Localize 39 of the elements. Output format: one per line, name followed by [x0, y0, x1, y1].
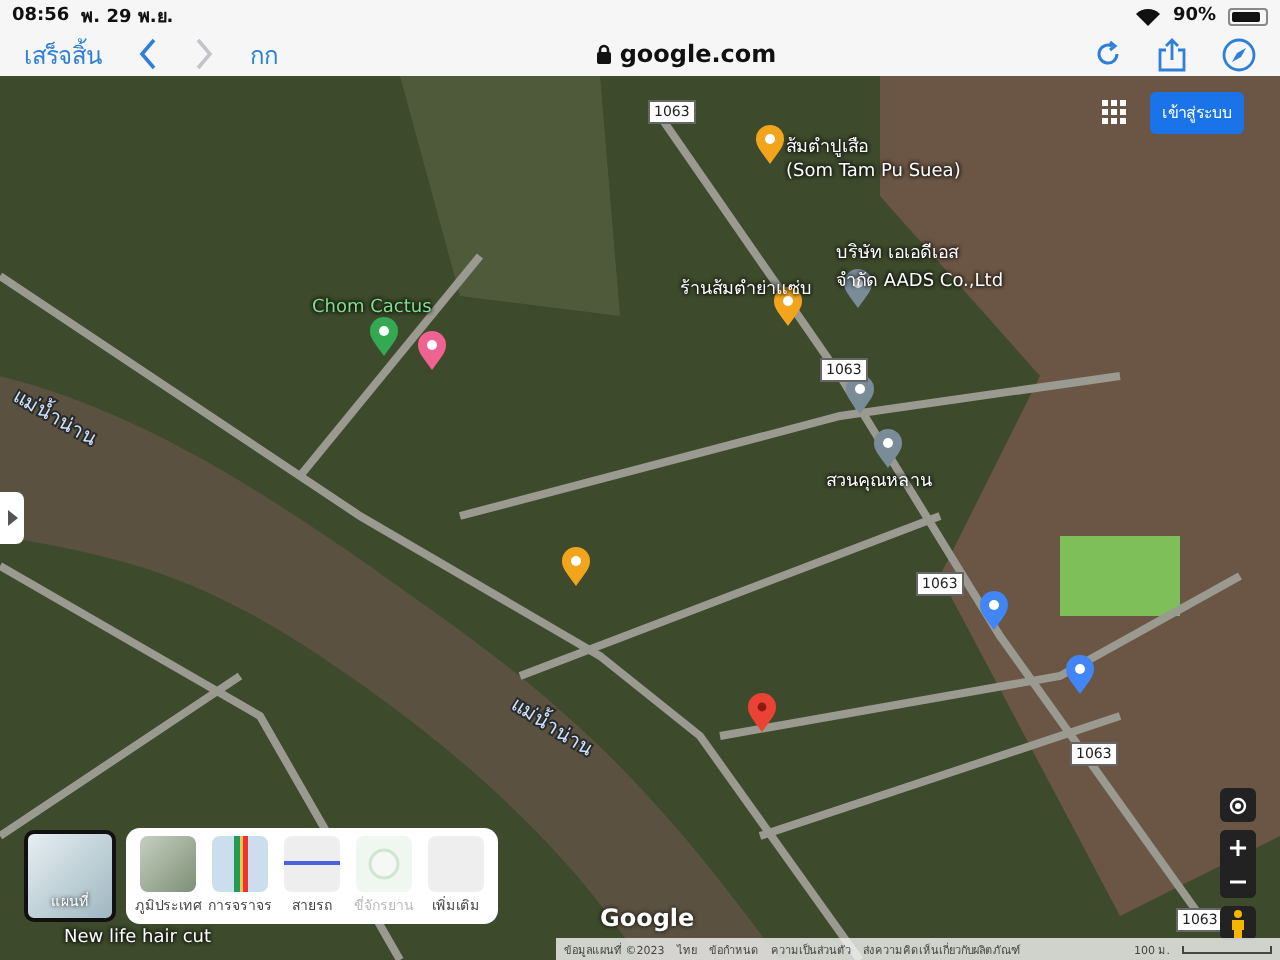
map-pin-icon[interactable] [368, 316, 400, 356]
map-label[interactable]: Chom Cactus [312, 298, 432, 318]
location-target-icon [1228, 795, 1248, 815]
reload-icon[interactable] [1094, 40, 1122, 68]
map-pin-icon[interactable] [754, 124, 786, 164]
battery-icon [1228, 7, 1268, 25]
map-pin-icon[interactable] [1064, 654, 1096, 694]
scale-bar [1182, 945, 1272, 953]
sign-in-button[interactable]: เข้าสู่ระบบ [1150, 92, 1244, 134]
url-text[interactable]: google.com [619, 40, 777, 68]
map-pin-icon[interactable] [560, 546, 592, 586]
apps-grid-icon[interactable] [1102, 100, 1126, 124]
done-link[interactable]: เสร็จสิ้น [24, 35, 102, 73]
google-logo: Google [600, 904, 695, 932]
triangle-right-icon [7, 510, 17, 526]
back-chevron-icon[interactable] [138, 38, 158, 70]
plus-icon [1230, 839, 1246, 855]
battery-percent: 90% [1172, 6, 1216, 26]
map-label[interactable]: สวนคุณหลาน [826, 466, 932, 494]
pond [1060, 536, 1180, 616]
map-label[interactable]: ร้านส้มตำย่าแซ่บ [680, 274, 812, 302]
map-label[interactable]: ส้มตำปูเสือ [786, 132, 868, 160]
compass-icon[interactable] [1222, 37, 1256, 71]
wifi-icon [1136, 7, 1161, 25]
side-panel-toggle[interactable] [0, 492, 24, 544]
map-label[interactable]: New life hair cut [64, 928, 212, 948]
share-icon[interactable] [1158, 37, 1186, 71]
status-time: 08:56 [12, 6, 70, 26]
map-label[interactable]: จำกัด AADS Co.,Ltd [836, 266, 1004, 294]
map-pin-icon[interactable] [416, 330, 448, 370]
text-size-button[interactable]: กก [250, 35, 278, 73]
lock-icon [595, 44, 612, 64]
street-view-person-icon[interactable] [1220, 906, 1256, 940]
map-pin-icon[interactable] [978, 590, 1010, 630]
map-label[interactable]: บริษัท เอเอดีเอส [836, 238, 958, 266]
status-date: พ. 29 พ.ย. [81, 6, 174, 30]
map-label[interactable]: (Som Tam Pu Suea) [786, 162, 961, 182]
my-location-button[interactable] [1220, 788, 1256, 822]
map-pin-icon[interactable] [872, 428, 904, 468]
